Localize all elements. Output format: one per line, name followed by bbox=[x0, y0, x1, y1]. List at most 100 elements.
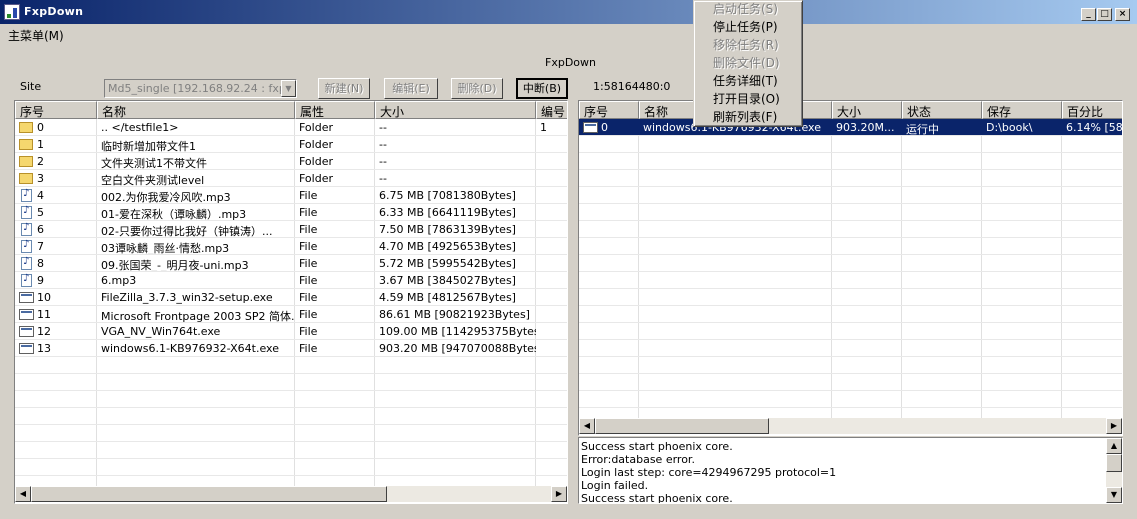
close-button[interactable]: × bbox=[1115, 8, 1130, 21]
scroll-thumb[interactable] bbox=[1106, 454, 1122, 472]
file-index: 9 bbox=[15, 272, 97, 289]
context-menu-item[interactable]: 任务详细(T) bbox=[713, 72, 778, 90]
column-header-status[interactable]: 状态 bbox=[902, 101, 982, 119]
column-header-index[interactable]: 序号 bbox=[15, 101, 97, 119]
log-vscrollbar[interactable]: ▲ ▼ bbox=[1106, 438, 1122, 503]
column-header-name[interactable]: 名称 bbox=[97, 101, 295, 119]
file-row[interactable]: 10 FileZilla_3.7.3_win32-setup.exe File 4.5… bbox=[15, 289, 567, 306]
column-header-percent[interactable]: 百分比 bbox=[1062, 101, 1122, 119]
file-row[interactable]: 6 02-只要你过得比我好（钟镇涛）... File 7.50 MB [7863139… bbox=[15, 221, 567, 238]
file-row[interactable]: 4 002.为你我爱冷风吹.mp3 File 6.75 MB [7081380Byte… bbox=[15, 187, 567, 204]
column-header-attribute[interactable]: 属性 bbox=[295, 101, 375, 119]
row-gridline bbox=[579, 305, 1122, 306]
task-list[interactable]: 序号 名称 大小 状态 保存 百分比 0 windows6.1-KB976932… bbox=[578, 100, 1123, 436]
file-name: VGA_NV_Win764t.exe bbox=[101, 325, 221, 338]
window-title: FxpDown bbox=[24, 5, 84, 18]
file-id bbox=[536, 272, 567, 289]
file-size: 109.00 MB [114295375Bytes] bbox=[379, 325, 536, 338]
file-index: 2 bbox=[15, 153, 97, 170]
scroll-down-button[interactable]: ▼ bbox=[1106, 487, 1122, 503]
file-row[interactable]: 8 09.张国荣_-_明月夜-uni.mp3 File 5.72 MB [599554… bbox=[15, 255, 567, 272]
main-menu[interactable]: 主菜单(M) bbox=[8, 27, 64, 44]
scroll-right-button[interactable]: ▶ bbox=[1106, 418, 1122, 434]
remote-list-hscrollbar[interactable]: ◀ ▶ bbox=[15, 486, 567, 502]
file-row[interactable]: 11 Microsoft Frontpage 2003 SP2 简体... File… bbox=[15, 306, 567, 323]
file-name: 空白文件夹测试level bbox=[101, 174, 205, 187]
file-row[interactable]: 1 临时新增加带文件1 Folder -- bbox=[15, 136, 567, 153]
scroll-thumb[interactable] bbox=[31, 486, 387, 502]
scroll-right-button[interactable]: ▶ bbox=[551, 486, 567, 502]
log-line: Login last step: core=4294967295 protoco… bbox=[581, 466, 837, 479]
task-percent: 6.14% [58 bbox=[1066, 121, 1123, 134]
row-gridline bbox=[579, 390, 1122, 391]
context-menu-item[interactable]: 启动任务(S) bbox=[713, 0, 778, 18]
file-index: 10 bbox=[15, 289, 97, 306]
file-attribute: File bbox=[299, 325, 318, 338]
site-select-value: Md5_single [192.168.92.24 : fxptest] bbox=[108, 82, 297, 95]
title-bar[interactable] bbox=[0, 0, 1137, 24]
task-list-hscrollbar[interactable]: ◀ ▶ bbox=[579, 418, 1122, 434]
minimize-button[interactable]: _ bbox=[1081, 8, 1096, 21]
file-index: 6 bbox=[15, 221, 97, 238]
file-row[interactable]: 7 03谭咏麟_雨丝·情愁.mp3 File 4.70 MB [4925653Byte… bbox=[15, 238, 567, 255]
log-line: Login failed. bbox=[581, 479, 649, 492]
log-panel[interactable]: Success start phoenix core. Error:databa… bbox=[578, 437, 1123, 504]
context-menu-item[interactable]: 停止任务(P) bbox=[713, 18, 778, 36]
file-attribute: File bbox=[299, 189, 318, 202]
row-gridline bbox=[579, 254, 1122, 255]
file-size: 903.20 MB [947070088Bytes] bbox=[379, 342, 536, 355]
context-menu-item[interactable]: 打开目录(O) bbox=[713, 90, 780, 108]
file-index: 1 bbox=[15, 136, 97, 153]
file-row[interactable]: 5 01-爱在深秋（谭咏麟）.mp3 File 6.33 MB [6641119Byt… bbox=[15, 204, 567, 221]
file-row[interactable]: 0 .. </testfile1> Folder -- 1 bbox=[15, 119, 567, 136]
row-gridline bbox=[15, 390, 567, 391]
row-gridline bbox=[15, 254, 567, 255]
file-id bbox=[536, 221, 567, 238]
task-row[interactable]: 0 windows6.1-KB976932-X64t.exe 903.20M..… bbox=[579, 119, 1123, 136]
maximize-button[interactable]: □ bbox=[1097, 8, 1112, 21]
break-button[interactable]: 中断(B) bbox=[516, 78, 568, 99]
file-size: 3.67 MB [3845027Bytes] bbox=[379, 274, 516, 287]
context-menu-item[interactable]: 移除任务(R) bbox=[713, 36, 779, 54]
scroll-thumb[interactable] bbox=[595, 418, 769, 434]
context-menu-item[interactable]: 删除文件(D) bbox=[713, 54, 780, 72]
file-id bbox=[536, 187, 567, 204]
app-icon[interactable] bbox=[4, 4, 20, 20]
row-gridline bbox=[15, 424, 567, 425]
file-row[interactable]: 3 空白文件夹测试level Folder -- bbox=[15, 170, 567, 187]
chevron-down-icon[interactable]: ▼ bbox=[281, 80, 296, 97]
file-index: 12 bbox=[15, 323, 97, 340]
column-header-id[interactable]: 编号 bbox=[536, 101, 567, 119]
row-gridline bbox=[579, 237, 1122, 238]
remote-file-list[interactable]: 序号 名称 属性 大小 编号 0.. </testfile1> Folder -- 1… bbox=[14, 100, 568, 504]
column-divider bbox=[638, 119, 639, 419]
file-index: 0 bbox=[15, 119, 97, 136]
site-select[interactable]: Md5_single [192.168.92.24 : fxptest] ▼ bbox=[104, 79, 297, 98]
file-name: 6.mp3 bbox=[101, 274, 137, 287]
scroll-left-button[interactable]: ◀ bbox=[15, 486, 31, 502]
column-header-size[interactable]: 大小 bbox=[375, 101, 536, 119]
file-name: 002.为你我爱冷风吹.mp3 bbox=[101, 191, 231, 204]
row-gridline bbox=[15, 373, 567, 374]
file-attribute: Folder bbox=[299, 121, 333, 134]
scroll-up-button[interactable]: ▲ bbox=[1106, 438, 1122, 454]
context-menu-item[interactable]: 刷新列表(F) bbox=[713, 108, 777, 126]
edit-button[interactable]: 编辑(E) bbox=[384, 78, 438, 99]
file-row[interactable]: 12 VGA_NV_Win764t.exe File 109.00 MB [11429… bbox=[15, 323, 567, 340]
exe-file-icon bbox=[19, 326, 34, 337]
delete-button[interactable]: 删除(D) bbox=[451, 78, 503, 99]
file-attribute: File bbox=[299, 308, 318, 321]
file-index: 4 bbox=[15, 187, 97, 204]
file-attribute: File bbox=[299, 223, 318, 236]
file-size: 86.61 MB [90821923Bytes] bbox=[379, 308, 530, 321]
column-header-index[interactable]: 序号 bbox=[579, 101, 639, 119]
file-row[interactable]: 13 windows6.1-KB976932-X64t.exe File 903.20… bbox=[15, 340, 567, 357]
file-attribute: File bbox=[299, 240, 318, 253]
new-button[interactable]: 新建(N) bbox=[318, 78, 370, 99]
file-row[interactable]: 9 6.mp3 File 3.67 MB [3845027Bytes] bbox=[15, 272, 567, 289]
column-header-size[interactable]: 大小 bbox=[832, 101, 902, 119]
column-header-save[interactable]: 保存 bbox=[982, 101, 1062, 119]
scroll-left-button[interactable]: ◀ bbox=[579, 418, 595, 434]
center-title: FxpDown bbox=[545, 56, 596, 69]
file-row[interactable]: 2 文件夹测试1不带文件 Folder -- bbox=[15, 153, 567, 170]
